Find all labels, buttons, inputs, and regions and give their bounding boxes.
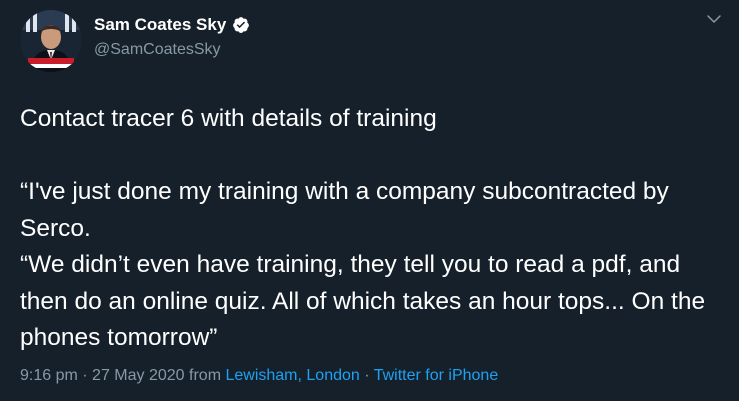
avatar[interactable]	[20, 10, 82, 72]
separator-2: ·	[364, 367, 370, 384]
location-link[interactable]: Lewisham, London	[225, 367, 359, 384]
tweet-text: Contact tracer 6 with details of trainin…	[20, 105, 706, 351]
user-handle[interactable]: @SamCoatesSky	[94, 40, 250, 60]
separator: ·	[82, 367, 88, 384]
from-label: from	[189, 367, 222, 384]
display-name[interactable]: Sam Coates Sky	[94, 14, 226, 36]
tweet-meta: 9:16 pm · 27 May 2020 from Lewisham, Lon…	[20, 366, 498, 386]
tweet-card: Sam Coates Sky @SamCoatesSky Contact tra…	[0, 0, 739, 401]
tweet-time[interactable]: 9:16 pm	[20, 367, 78, 384]
tweet-header: Sam Coates Sky @SamCoatesSky	[20, 10, 719, 72]
chevron-down-icon[interactable]	[705, 10, 723, 28]
user-info: Sam Coates Sky @SamCoatesSky	[94, 14, 250, 60]
verified-badge-icon	[233, 17, 250, 33]
source-link[interactable]: Twitter for iPhone	[374, 367, 499, 384]
name-row: Sam Coates Sky	[94, 14, 250, 36]
avatar-photo-icon	[20, 10, 82, 72]
tweet-date[interactable]: 27 May 2020	[92, 367, 185, 384]
